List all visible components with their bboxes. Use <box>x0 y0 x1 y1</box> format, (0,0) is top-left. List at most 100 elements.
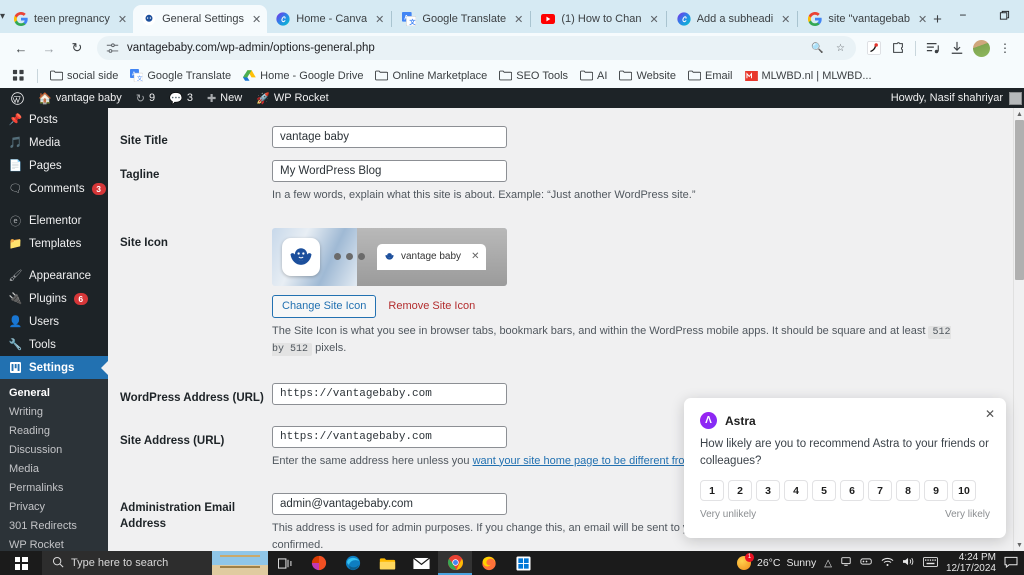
sidebar-item-tools[interactable]: 🔧 Tools <box>0 333 108 356</box>
submenu-item-permalinks[interactable]: Permalinks <box>0 478 108 497</box>
browser-tab[interactable]: A 文 Google Translate ✕ <box>393 5 529 33</box>
file-explorer-icon[interactable] <box>370 551 404 575</box>
microsoft-store-icon[interactable] <box>506 551 540 575</box>
star-icon[interactable]: ☆ <box>833 41 848 56</box>
sidebar-item-posts[interactable]: 📌 Posts <box>0 108 108 131</box>
astra-score-9[interactable]: 9 <box>924 480 948 502</box>
back-icon[interactable]: ← <box>8 35 34 61</box>
microsoft-edge-icon[interactable] <box>336 551 370 575</box>
sidebar-item-elementor[interactable]: ⓔ Elementor <box>0 209 108 232</box>
bookmark-item[interactable]: A 文 Google Translate <box>125 67 236 84</box>
sidebar-item-settings[interactable]: Settings <box>0 356 108 379</box>
close-icon[interactable]: ✕ <box>985 407 995 421</box>
submenu-item-general[interactable]: General <box>0 383 108 402</box>
tagline-input[interactable] <box>272 160 507 182</box>
close-tab-icon[interactable]: ✕ <box>918 13 927 26</box>
bookmark-item[interactable]: Email <box>683 67 738 84</box>
maximize-button[interactable] <box>984 0 1024 30</box>
sidebar-item-users[interactable]: 👤 Users <box>0 310 108 333</box>
adminbar-wp-rocket[interactable]: 🚀 WP Rocket <box>249 88 336 108</box>
extensions-puzzle-icon[interactable] <box>887 37 909 59</box>
browser-tab[interactable]: General Settings ✕ <box>133 5 268 33</box>
profile-avatar[interactable] <box>970 37 992 59</box>
astra-score-7[interactable]: 7 <box>868 480 892 502</box>
submenu-item-media[interactable]: Media <box>0 459 108 478</box>
astra-score-1[interactable]: 1 <box>700 480 724 502</box>
site-address-input[interactable] <box>272 425 507 448</box>
sidebar-item-appearance[interactable]: 🖌 Appearance <box>0 264 108 287</box>
wordpress-logo-icon[interactable] <box>4 88 31 108</box>
close-tab-icon[interactable]: ✕ <box>781 13 790 26</box>
submenu-item-reading[interactable]: Reading <box>0 421 108 440</box>
bookmark-item[interactable]: Home - Google Drive <box>238 67 368 84</box>
scrollbar-thumb[interactable] <box>1015 120 1024 280</box>
astra-score-4[interactable]: 4 <box>784 480 808 502</box>
bookmark-item[interactable]: Online Marketplace <box>370 67 492 84</box>
new-tab-button[interactable]: + <box>933 7 942 31</box>
submenu-item-wp-rocket[interactable]: WP Rocket <box>0 535 108 551</box>
firefox-icon[interactable] <box>472 551 506 575</box>
sidebar-item-templates[interactable]: 📁 Templates <box>0 232 108 255</box>
google-chrome-icon[interactable] <box>438 551 472 575</box>
browser-tab[interactable]: Add a subheadi ✕ <box>668 5 797 33</box>
scroll-down-arrow-icon[interactable]: ▼ <box>1014 539 1024 551</box>
address-bar[interactable]: vantagebaby.com/wp-admin/options-general… <box>97 36 856 60</box>
astra-score-5[interactable]: 5 <box>812 480 836 502</box>
close-tab-icon[interactable]: ✕ <box>514 13 523 26</box>
astra-score-2[interactable]: 2 <box>728 480 752 502</box>
zoom-out-icon[interactable]: 🔍 <box>810 41 825 56</box>
forward-icon[interactable]: → <box>36 35 62 61</box>
sidebar-item-comments[interactable]: 🗨 Comments 3 <box>0 177 108 200</box>
notifications-icon[interactable] <box>1004 556 1018 571</box>
apps-grid-icon[interactable] <box>7 67 30 84</box>
minimize-button[interactable]: − <box>942 0 984 30</box>
mail-icon[interactable] <box>404 551 438 575</box>
taskbar-weather[interactable]: 26°C Sunny <box>736 553 816 570</box>
taskbar-clock[interactable]: 4:24 PM 12/17/2024 <box>946 552 996 574</box>
browser-tab[interactable]: (1) How to Chan ✕ <box>532 5 664 33</box>
bookmark-item[interactable]: MLWBD.nl | MLWBD... <box>740 67 877 84</box>
submenu-item-privacy[interactable]: Privacy <box>0 497 108 516</box>
microsoft-office-icon[interactable] <box>302 551 336 575</box>
sidebar-item-pages[interactable]: 📄 Pages <box>0 154 108 177</box>
windows-start-icon[interactable] <box>0 551 42 575</box>
scroll-up-arrow-icon[interactable]: ▲ <box>1014 108 1024 120</box>
browser-tab[interactable]: Home - Canva ✕ <box>267 5 390 33</box>
bookmark-item[interactable]: Website <box>614 67 681 84</box>
taskbar-news-thumbnail[interactable] <box>212 551 268 575</box>
adminbar-account[interactable]: Howdy, Nasif shahriyar <box>891 91 1024 105</box>
astra-score-6[interactable]: 6 <box>840 480 864 502</box>
submenu-item-301-redirects[interactable]: 301 Redirects <box>0 516 108 535</box>
submenu-item-writing[interactable]: Writing <box>0 402 108 421</box>
chevron-up-icon[interactable]: △ <box>824 558 832 569</box>
taskbar-search-box[interactable]: Type here to search <box>42 551 212 575</box>
close-tab-icon[interactable]: ✕ <box>375 13 384 26</box>
reading-list-icon[interactable] <box>922 37 944 59</box>
kebab-menu-icon[interactable]: ⋮ <box>994 37 1016 59</box>
keyboard-icon[interactable] <box>922 556 938 570</box>
sidebar-item-media[interactable]: 🎵 Media <box>0 131 108 154</box>
astra-score-10[interactable]: 10 <box>952 480 976 502</box>
wordpress-address-input[interactable] <box>272 382 507 405</box>
browser-tab[interactable]: site "vantagebab ✕ <box>799 5 933 33</box>
wifi-icon[interactable] <box>881 556 894 570</box>
onedrive-icon[interactable] <box>840 556 852 570</box>
bookmark-item[interactable]: SEO Tools <box>494 67 573 84</box>
volume-icon[interactable] <box>902 556 915 570</box>
close-tab-icon[interactable]: ✕ <box>252 13 261 26</box>
close-tab-icon[interactable]: ✕ <box>649 13 658 26</box>
change-site-icon-button[interactable]: Change Site Icon <box>272 294 377 318</box>
bookmark-item[interactable]: social side <box>45 67 123 84</box>
extension-red-icon[interactable] <box>863 37 885 59</box>
antivirus-icon[interactable] <box>860 556 873 570</box>
submenu-item-discussion[interactable]: Discussion <box>0 440 108 459</box>
tune-icon[interactable] <box>105 41 120 56</box>
adminbar-site-name[interactable]: 🏠 vantage baby <box>31 88 129 108</box>
downloads-icon[interactable] <box>946 37 968 59</box>
sidebar-item-plugins[interactable]: 🔌 Plugins 6 <box>0 287 108 310</box>
adminbar-updates[interactable]: ↻ 9 <box>129 88 162 108</box>
bookmark-item[interactable]: AI <box>575 67 612 84</box>
admin-email-input[interactable] <box>272 493 507 515</box>
astra-score-8[interactable]: 8 <box>896 480 920 502</box>
reload-icon[interactable]: ↻ <box>64 35 90 61</box>
